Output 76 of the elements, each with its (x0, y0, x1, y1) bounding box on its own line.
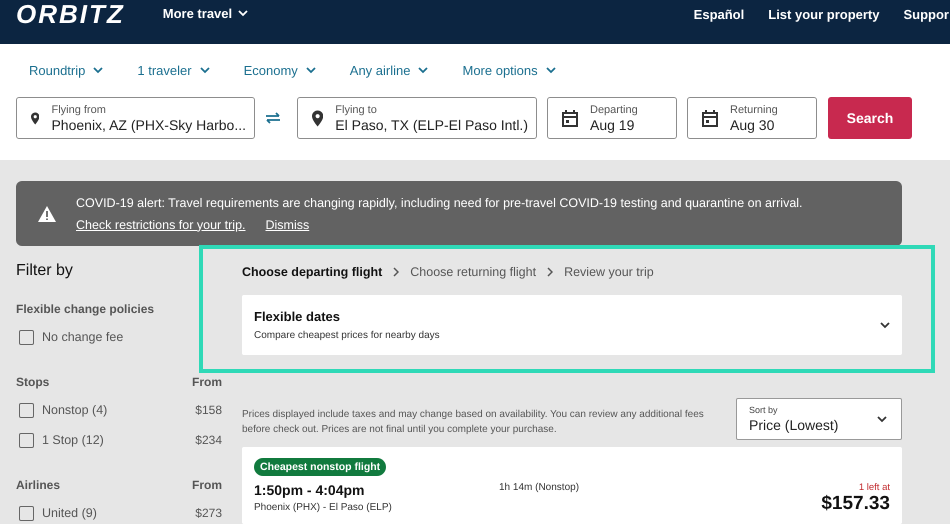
from-label: From (192, 375, 222, 389)
alert-link[interactable]: Dismiss (266, 218, 310, 232)
logo[interactable]: ORBITZ (16, 0, 125, 28)
chevron-down-icon (200, 67, 210, 74)
seats-left: 1 left at (858, 482, 890, 493)
filter-heading: Airlines (16, 478, 60, 492)
breadcrumb-step[interactable]: Choose departing flight (242, 265, 382, 279)
returning-date-field[interactable]: Returning Aug 30 (687, 97, 817, 139)
field-label: Flying from (51, 104, 107, 116)
search-button[interactable]: Search (828, 97, 912, 139)
checkbox[interactable] (19, 506, 34, 520)
chevron-down-icon (877, 416, 887, 422)
flight-route: Phoenix (PHX) - El Paso (ELP) (254, 502, 393, 513)
chevron-right-icon (547, 267, 554, 277)
flight-price: $157.33 (821, 493, 890, 514)
option-dropdown[interactable]: Any airline (336, 63, 442, 78)
location-pin-icon (312, 110, 324, 126)
filter-option-label[interactable]: Nonstop (4) (42, 403, 108, 417)
chevron-down-icon (238, 10, 248, 17)
alert-message: COVID-19 alert: Travel requirements are changing rapidly, including need for pre-travel COVID-19 testing and quarantine on arrival. (76, 196, 803, 210)
option-dropdown[interactable]: More options (449, 63, 569, 78)
price-disclaimer: Prices displayed include taxes and may change based on availability. You can review any additional fees before check out. Prices are not final until you complete your purchase. (242, 408, 705, 437)
chevron-down-icon (93, 67, 104, 74)
nav-link[interactable]: Suppor (904, 7, 949, 22)
field-label: Departing (590, 104, 638, 116)
filter-option-label[interactable]: 1 Stop (12) (42, 433, 104, 447)
field-value: El Paso, TX (ELP-El Paso Intl.) (335, 116, 528, 132)
panel-title: Flexible dates (254, 309, 341, 324)
option-dropdown[interactable]: 1 traveler (124, 63, 223, 78)
filter-price: $158 (195, 403, 222, 417)
checkbox[interactable] (19, 432, 34, 448)
calendar-icon (562, 110, 578, 126)
flight-card[interactable]: Cheapest nonstop flight 1:50pm - 4:04pm Phoenix (PHX) - El Paso (ELP) 1h 14m (Nonstop) 1 left at $157.33 (242, 447, 902, 524)
nav-link[interactable]: List your property (768, 7, 880, 22)
chevron-right-icon (393, 267, 400, 277)
chevron-down-icon (418, 67, 428, 74)
sort-dropdown[interactable]: Sort by Price (Lowest) (736, 398, 902, 440)
field-value: Phoenix, AZ (PHX-Sky Harbo... (51, 116, 246, 132)
checkbox[interactable] (19, 402, 34, 418)
chevron-down-icon (546, 67, 556, 74)
option-dropdown[interactable]: Economy (230, 63, 329, 78)
flight-times: 1:50pm - 4:04pm (254, 482, 366, 498)
breadcrumb-step[interactable]: Choose returning flight (410, 265, 536, 279)
filter-heading: Flexible change policies (16, 302, 154, 316)
swap-icon[interactable] (265, 112, 281, 124)
from-label: From (192, 478, 222, 492)
alert-link[interactable]: Check restrictions for your trip. (76, 218, 246, 232)
departing-date-field[interactable]: Departing Aug 19 (547, 97, 677, 139)
calendar-icon (702, 110, 718, 126)
panel-subtitle: Compare cheapest prices for nearby days (254, 330, 441, 341)
sort-value: Price (Lowest) (749, 417, 840, 433)
sort-label: Sort by (749, 405, 779, 415)
flight-badge: Cheapest nonstop flight (254, 458, 386, 476)
filter-title: Filter by (16, 262, 74, 280)
filter-option-label[interactable]: United (9) (42, 506, 97, 520)
field-value: Aug 19 (590, 116, 636, 132)
filter-heading: Stops (16, 375, 50, 389)
filter-option-label[interactable]: No change fee (42, 330, 124, 344)
flexible-dates-panel[interactable]: Flexible dates Compare cheapest prices for nearby days (242, 295, 902, 355)
breadcrumb-step[interactable]: Review your trip (564, 265, 654, 279)
checkbox[interactable] (19, 330, 34, 344)
destination-field[interactable]: Flying to El Paso, TX (ELP-El Paso Intl.) (297, 97, 537, 139)
more-travel-menu[interactable]: More travel (162, 6, 248, 21)
filter-price: $234 (195, 433, 222, 447)
warning-icon (38, 206, 56, 222)
location-pin-icon (31, 110, 40, 126)
field-label: Flying to (335, 104, 378, 116)
origin-field[interactable]: Flying from Phoenix, AZ (PHX-Sky Harbo... (16, 97, 255, 139)
option-dropdown[interactable]: Roundtrip (16, 63, 116, 78)
nav-link[interactable]: Español (694, 7, 744, 22)
chevron-down-icon (306, 67, 316, 74)
field-value: Aug 30 (730, 116, 776, 132)
filter-price: $273 (195, 506, 222, 520)
field-label: Returning (730, 104, 778, 116)
flight-duration: 1h 14m (Nonstop) (499, 482, 580, 495)
expand-chevron-icon[interactable] (880, 322, 890, 328)
